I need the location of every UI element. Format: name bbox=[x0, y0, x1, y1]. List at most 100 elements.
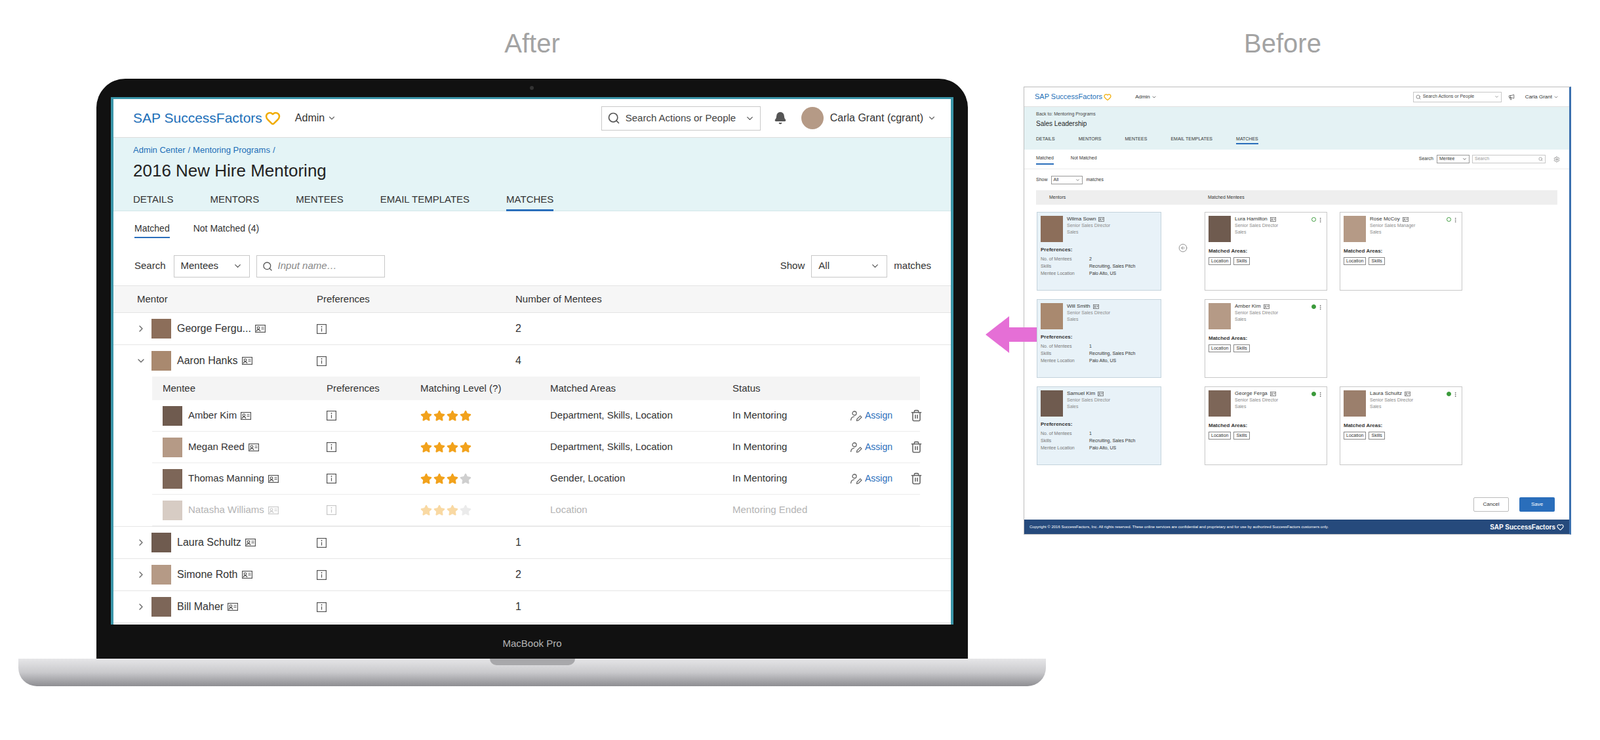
id-card-icon[interactable] bbox=[1402, 217, 1409, 222]
more-options-icon[interactable] bbox=[1452, 391, 1459, 398]
logo[interactable]: SAP SuccessFactors bbox=[1034, 91, 1112, 103]
chevron-down-icon[interactable] bbox=[927, 113, 937, 123]
name-search-field[interactable] bbox=[256, 255, 385, 278]
assign-button[interactable]: Assign bbox=[849, 471, 893, 486]
mentee-card[interactable]: Laura SchultzSenior Sales DirectorSalesM… bbox=[1339, 386, 1463, 465]
info-icon[interactable] bbox=[326, 410, 337, 421]
mentee-name[interactable]: Amber Kim bbox=[1234, 302, 1261, 310]
user-name[interactable]: Carla Grant (cgrant) bbox=[830, 110, 924, 126]
mentor-name[interactable]: Aaron Hanks bbox=[177, 352, 239, 369]
subtab[interactable]: Not Matched (4) bbox=[193, 219, 260, 239]
tab[interactable]: MENTEES bbox=[1125, 135, 1148, 145]
tab[interactable]: MENTEES bbox=[295, 190, 344, 212]
mentee-row[interactable]: Megan ReedDepartment, Skills, LocationIn… bbox=[152, 431, 920, 463]
admin-menu[interactable]: Admin bbox=[1135, 93, 1157, 101]
tab[interactable]: MATCHES bbox=[1236, 135, 1259, 145]
id-card-icon[interactable] bbox=[1263, 304, 1270, 309]
expand-toggle[interactable] bbox=[134, 569, 148, 580]
mentee-name[interactable]: Amber Kim bbox=[188, 407, 237, 423]
search-scope-select[interactable]: Mentee bbox=[1436, 154, 1470, 164]
mentee-card[interactable]: George FergaSenior Sales DirectorSalesMa… bbox=[1204, 386, 1328, 465]
search-scope-select[interactable]: Mentees bbox=[173, 255, 250, 278]
id-card-icon[interactable] bbox=[1097, 391, 1104, 397]
mentor-name[interactable]: Laura Schultz bbox=[177, 534, 242, 551]
global-search[interactable]: Search Actions or People bbox=[601, 106, 761, 131]
assign-user-icon[interactable] bbox=[849, 441, 863, 454]
id-card-icon[interactable] bbox=[268, 474, 279, 483]
mentor-row[interactable]: George Fergu...2 bbox=[113, 312, 951, 345]
mentor-name[interactable]: Simone Roth bbox=[177, 566, 239, 583]
mentee-card[interactable]: Amber KimSenior Sales DirectorSalesMatch… bbox=[1204, 299, 1328, 378]
id-card-icon[interactable] bbox=[1270, 391, 1277, 397]
id-card-icon[interactable] bbox=[245, 538, 256, 547]
save-button[interactable]: Save bbox=[1519, 497, 1555, 512]
info-icon[interactable] bbox=[326, 504, 337, 515]
collapse-arrow-icon[interactable] bbox=[1178, 243, 1188, 253]
info-icon[interactable] bbox=[326, 441, 337, 452]
more-options-icon[interactable] bbox=[1317, 217, 1324, 223]
mentor-name[interactable]: Bill Maher bbox=[177, 598, 224, 615]
id-card-icon[interactable] bbox=[255, 324, 266, 333]
user-name[interactable]: Carla Grant bbox=[1525, 93, 1553, 101]
chevron-down-icon[interactable] bbox=[1553, 94, 1559, 100]
show-select[interactable]: All bbox=[1051, 175, 1083, 185]
tab[interactable]: MENTORS bbox=[1078, 135, 1102, 145]
global-search[interactable]: Search Actions or People bbox=[1413, 91, 1502, 103]
admin-menu[interactable]: Admin bbox=[295, 110, 337, 126]
trash-icon[interactable] bbox=[910, 440, 923, 454]
bell-icon[interactable] bbox=[773, 111, 787, 125]
subtab[interactable]: Matched bbox=[1036, 154, 1054, 165]
mentor-row[interactable]: Laura Schultz1 bbox=[113, 526, 951, 559]
mentee-row[interactable]: Amber KimDepartment, Skills, LocationIn … bbox=[152, 400, 920, 432]
tab[interactable]: MENTORS bbox=[209, 190, 260, 212]
info-icon[interactable] bbox=[316, 356, 327, 366]
trash-icon[interactable] bbox=[910, 409, 923, 422]
tab[interactable]: DETAILS bbox=[133, 190, 174, 212]
id-card-icon[interactable] bbox=[1093, 304, 1100, 309]
id-card-icon[interactable] bbox=[227, 602, 239, 611]
id-card-icon[interactable] bbox=[268, 506, 279, 515]
breadcrumb-link[interactable]: Mentoring Programs bbox=[192, 144, 271, 157]
id-card-icon[interactable] bbox=[240, 411, 252, 420]
mentor-card[interactable]: Samuel KimSenior Sales DirectorSalesPref… bbox=[1036, 386, 1162, 465]
assign-button[interactable]: Assign bbox=[849, 408, 893, 423]
info-icon[interactable] bbox=[316, 569, 327, 580]
mentee-name[interactable]: Rose McCoy bbox=[1369, 215, 1400, 223]
mentee-row[interactable]: Thomas ManningGender, LocationIn Mentori… bbox=[152, 462, 920, 495]
mentor-row[interactable]: Simone Roth2 bbox=[113, 558, 951, 591]
back-link[interactable]: Back to: Mentoring Programs bbox=[1036, 110, 1570, 118]
tab[interactable]: EMAIL TEMPLATES bbox=[1170, 135, 1213, 145]
more-options-icon[interactable] bbox=[1317, 304, 1324, 311]
more-options-icon[interactable] bbox=[1452, 217, 1459, 223]
mentee-card[interactable]: Rose McCoySenior Sales ManagerSalesMatch… bbox=[1339, 211, 1463, 291]
info-icon[interactable] bbox=[316, 601, 327, 612]
id-card-icon[interactable] bbox=[241, 356, 253, 365]
id-card-icon[interactable] bbox=[1098, 217, 1105, 222]
gear-icon[interactable] bbox=[1553, 156, 1560, 163]
mentee-row[interactable]: Natasha WilliamsLocationMentoring Ended bbox=[152, 494, 920, 526]
logo[interactable]: SAP SuccessFactors bbox=[133, 107, 281, 129]
subtab[interactable]: Not Matched bbox=[1070, 154, 1098, 165]
mentor-card[interactable]: Will SmithSenior Sales DirectorSalesPref… bbox=[1036, 299, 1162, 378]
mentee-name[interactable]: George Ferga bbox=[1234, 390, 1268, 397]
mentor-name[interactable]: Wilma Sown bbox=[1066, 215, 1096, 223]
tab[interactable]: DETAILS bbox=[1036, 135, 1056, 145]
mentor-row[interactable]: Aaron Hanks4 bbox=[113, 344, 951, 377]
search-field[interactable]: Search bbox=[1472, 154, 1546, 164]
name-search-input[interactable] bbox=[278, 258, 380, 274]
expand-toggle[interactable] bbox=[134, 537, 148, 548]
subtab[interactable]: Matched bbox=[134, 219, 170, 239]
mentee-card[interactable]: Lura HamiltonSenior Sales DirectorSalesM… bbox=[1204, 211, 1328, 291]
info-icon[interactable] bbox=[326, 473, 337, 484]
mentee-name[interactable]: Thomas Manning bbox=[188, 470, 265, 486]
mentor-name[interactable]: Samuel Kim bbox=[1066, 390, 1096, 397]
tab[interactable]: MATCHES bbox=[506, 190, 554, 212]
mentor-name[interactable]: Will Smith bbox=[1066, 302, 1091, 310]
info-icon[interactable] bbox=[316, 537, 327, 548]
id-card-icon[interactable] bbox=[241, 570, 253, 579]
mentor-row[interactable]: Bill Maher1 bbox=[113, 590, 951, 623]
expand-toggle[interactable] bbox=[134, 355, 148, 366]
show-select[interactable]: All bbox=[811, 255, 888, 278]
trash-icon[interactable] bbox=[910, 472, 923, 485]
id-card-icon[interactable] bbox=[248, 443, 260, 452]
